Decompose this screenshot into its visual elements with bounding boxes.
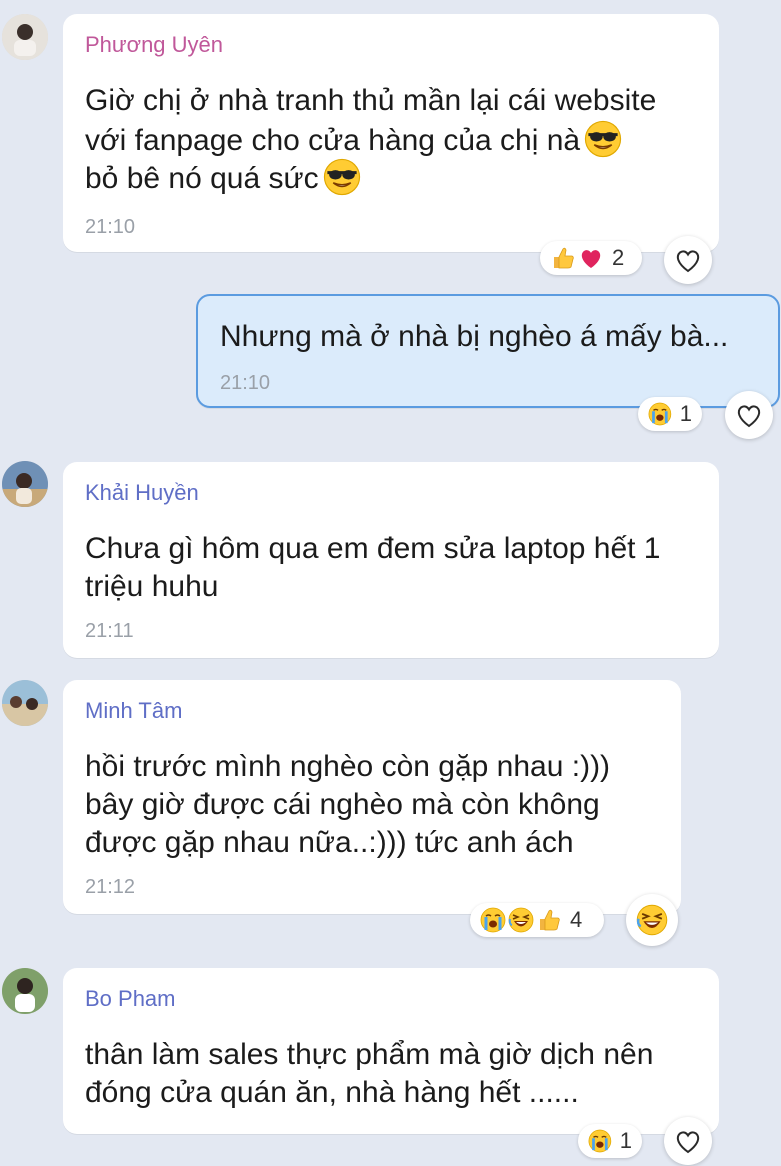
avatar[interactable] <box>2 968 48 1014</box>
avatar-image <box>2 14 48 60</box>
sender-name: Bo Pham <box>85 986 176 1011</box>
message-line: bây giờ được cái nghèo mà còn không <box>85 788 600 821</box>
reaction-count: 1 <box>619 1128 632 1153</box>
message-line: thân làm sales thực phẩm mà giờ dịch nên <box>85 1038 654 1071</box>
sender-name: Minh Tâm <box>85 698 183 723</box>
own-message-bubble[interactable]: Nhưng mà ở nhà bị nghèo á mấy bà... 21:1… <box>196 294 780 408</box>
reaction-summary[interactable]: 1 <box>638 397 702 431</box>
message-line-text: với fanpage cho cửa hàng của chị nà <box>85 124 581 157</box>
react-button[interactable] <box>725 391 773 439</box>
message-time: 21:12 <box>85 876 136 898</box>
loudly-crying-face-icon <box>588 1128 612 1154</box>
message-line-with-emoji: với fanpage cho cửa hàng của chị nà <box>85 120 622 160</box>
thumbs-up-icon <box>553 247 574 269</box>
loudly-crying-face-icon <box>480 907 506 933</box>
sender-name: Khải Huyền <box>85 480 199 505</box>
reaction-summary[interactable]: 1 <box>578 1124 642 1158</box>
message-time: 21:11 <box>85 620 134 642</box>
heart-outline-icon <box>676 1131 700 1153</box>
message-bubble[interactable]: Phương Uyên Giờ chị ở nhà tranh thủ mần … <box>63 14 719 252</box>
message-bubble[interactable]: Minh Tâm hồi trước mình nghèo còn gặp nh… <box>63 680 681 914</box>
message-line: triệu huhu <box>85 570 219 603</box>
message-line: Chưa gì hôm qua em đem sửa laptop hết 1 <box>85 532 661 565</box>
reaction-count: 1 <box>679 401 692 426</box>
message-line: hồi trước mình nghèo còn gặp nhau :))) <box>85 750 611 783</box>
avatar[interactable] <box>2 680 48 726</box>
sunglasses-emoji-icon <box>584 120 622 158</box>
message-line: đóng cửa quán ăn, nhà hàng hết ...... <box>85 1076 579 1109</box>
sender-name: Phương Uyên <box>85 32 224 57</box>
message-bubble[interactable]: Bo Pham thân làm sales thực phẩm mà giờ … <box>63 968 719 1134</box>
message-line-text: bỏ bê nó quá sức <box>85 162 319 195</box>
react-button[interactable] <box>626 894 678 946</box>
message-time: 21:10 <box>220 372 271 394</box>
heart-outline-icon <box>737 405 761 427</box>
heart-outline-icon <box>676 250 700 272</box>
loudly-crying-face-icon <box>648 401 672 427</box>
react-button[interactable] <box>664 1117 712 1165</box>
avatar[interactable] <box>2 14 48 60</box>
sunglasses-emoji-icon <box>323 158 360 196</box>
laughing-face-icon <box>508 907 534 933</box>
message-line: Giờ chị ở nhà tranh thủ mần lại cái webs… <box>85 84 657 117</box>
red-heart-icon <box>581 250 601 268</box>
reaction-count: 2 <box>612 245 625 270</box>
avatar-image <box>2 461 48 507</box>
message-time: 21:10 <box>85 216 136 238</box>
reaction-count: 4 <box>570 907 583 932</box>
react-button[interactable] <box>664 236 712 284</box>
message-line: Nhưng mà ở nhà bị nghèo á mấy bà... <box>220 320 729 353</box>
reaction-summary[interactable]: 4 <box>470 903 604 937</box>
message-bubble[interactable]: Khải Huyền Chưa gì hôm qua em đem sửa la… <box>63 462 719 658</box>
thumbs-up-icon <box>539 909 560 931</box>
message-line: được gặp nhau nữa..:))) tức anh ách <box>85 826 574 859</box>
avatar-image <box>2 680 48 726</box>
message-line-with-emoji: bỏ bê nó quá sức <box>85 158 361 198</box>
laughing-face-icon <box>636 904 668 936</box>
reaction-summary[interactable]: 2 <box>540 241 642 275</box>
avatar-image <box>2 968 48 1014</box>
avatar[interactable] <box>2 461 48 507</box>
